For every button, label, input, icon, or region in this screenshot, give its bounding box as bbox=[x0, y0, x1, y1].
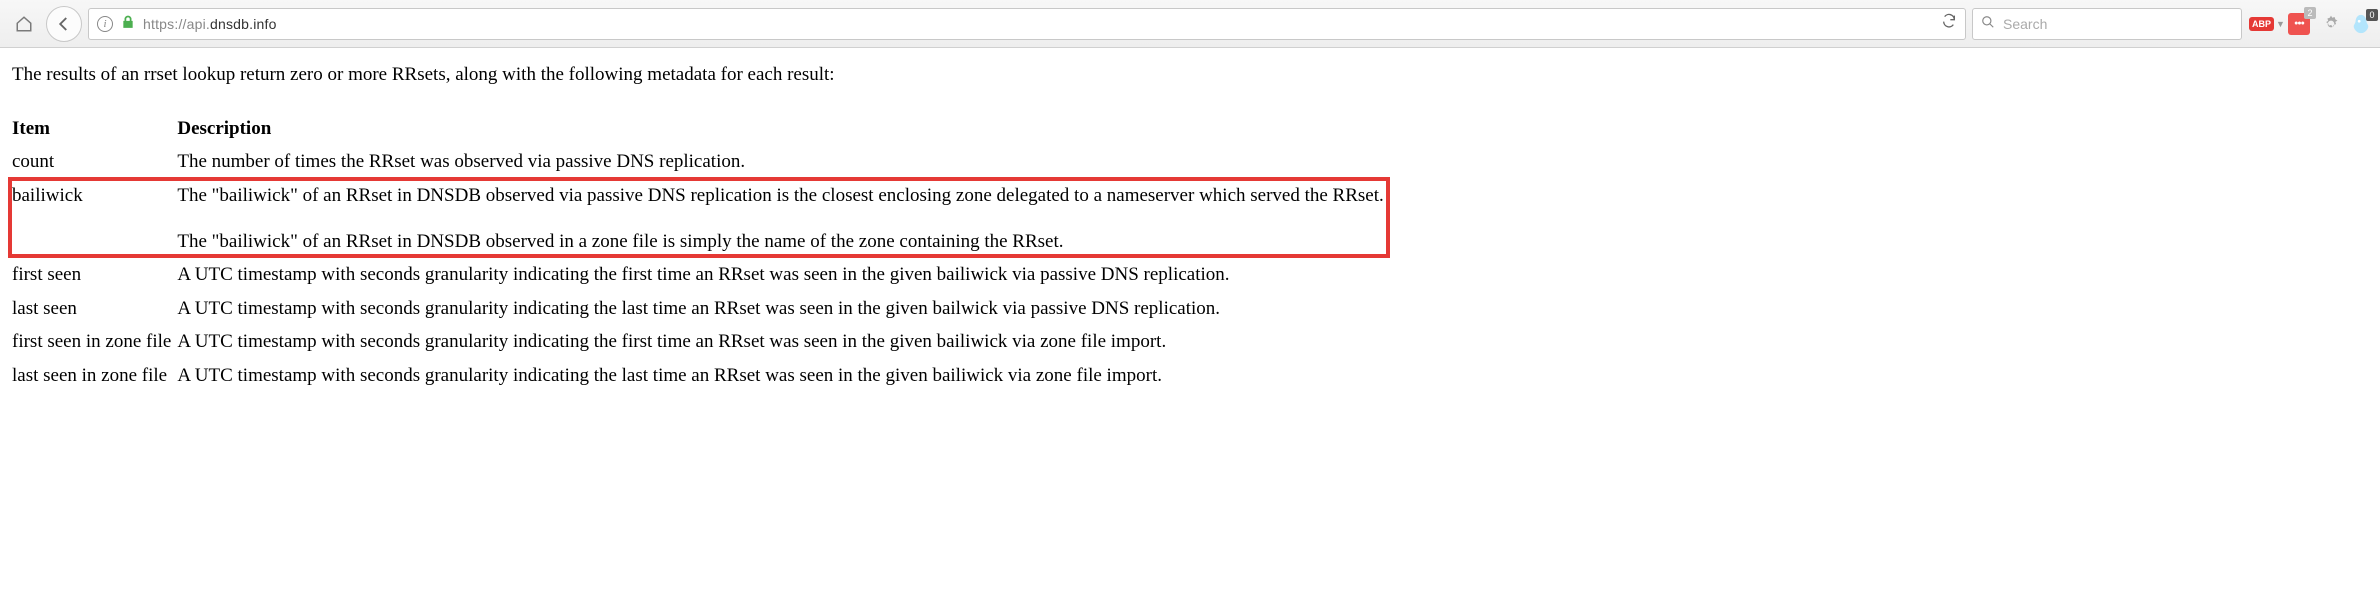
back-button[interactable] bbox=[46, 6, 82, 42]
table-row: last seen in zone file A UTC timestamp w… bbox=[12, 359, 1390, 393]
page-content: The results of an rrset lookup return ze… bbox=[0, 48, 2380, 407]
search-placeholder: Search bbox=[2003, 16, 2047, 32]
gear-icon[interactable] bbox=[2318, 11, 2344, 37]
search-icon bbox=[1981, 15, 1995, 32]
description-cell: A UTC timestamp with seconds granularity… bbox=[177, 292, 1389, 326]
url-text: https://api.dnsdb.info bbox=[143, 16, 277, 32]
lock-icon bbox=[121, 15, 135, 32]
red-extension-icon[interactable]: ●●● 2 bbox=[2286, 11, 2312, 37]
header-description: Description bbox=[177, 112, 1389, 146]
table-row: last seen A UTC timestamp with seconds g… bbox=[12, 292, 1390, 326]
chevron-down-icon: ▼ bbox=[2276, 19, 2285, 29]
description-cell: A UTC timestamp with seconds granularity… bbox=[177, 325, 1389, 359]
intro-text: The results of an rrset lookup return ze… bbox=[12, 62, 2368, 88]
table-row: first seen in zone file A UTC timestamp … bbox=[12, 325, 1390, 359]
toolbar-right-icons: ABP ▼ ●●● 2 0 bbox=[2248, 11, 2372, 37]
table-row: bailiwick The "bailiwick" of an RRset in… bbox=[12, 179, 1390, 258]
extension-badge: 0 bbox=[2366, 9, 2378, 21]
metadata-table: Item Description count The number of tim… bbox=[12, 112, 1390, 393]
home-icon[interactable] bbox=[8, 8, 40, 40]
item-cell: count bbox=[12, 145, 177, 179]
item-cell: last seen bbox=[12, 292, 177, 326]
table-row: first seen A UTC timestamp with seconds … bbox=[12, 258, 1390, 292]
blue-extension-icon[interactable]: 0 bbox=[2350, 13, 2372, 35]
search-bar[interactable]: Search bbox=[1972, 8, 2242, 40]
item-cell: first seen bbox=[12, 258, 177, 292]
url-bar[interactable]: i https://api.dnsdb.info bbox=[88, 8, 1966, 40]
description-cell: The number of times the RRset was observ… bbox=[177, 145, 1389, 179]
table-row: count The number of times the RRset was … bbox=[12, 145, 1390, 179]
reload-icon[interactable] bbox=[1941, 13, 1957, 34]
description-cell: The "bailiwick" of an RRset in DNSDB obs… bbox=[177, 179, 1389, 258]
item-cell: first seen in zone file bbox=[12, 325, 177, 359]
abp-extension-icon[interactable]: ABP ▼ bbox=[2254, 11, 2280, 37]
description-cell: A UTC timestamp with seconds granularity… bbox=[177, 258, 1389, 292]
item-cell: bailiwick bbox=[12, 179, 177, 258]
description-cell: A UTC timestamp with seconds granularity… bbox=[177, 359, 1389, 393]
browser-toolbar: i https://api.dnsdb.info Search ABP ▼ bbox=[0, 0, 2380, 48]
item-cell: last seen in zone file bbox=[12, 359, 177, 393]
header-item: Item bbox=[12, 112, 177, 146]
extension-badge: 2 bbox=[2304, 7, 2316, 19]
info-icon[interactable]: i bbox=[97, 16, 113, 32]
